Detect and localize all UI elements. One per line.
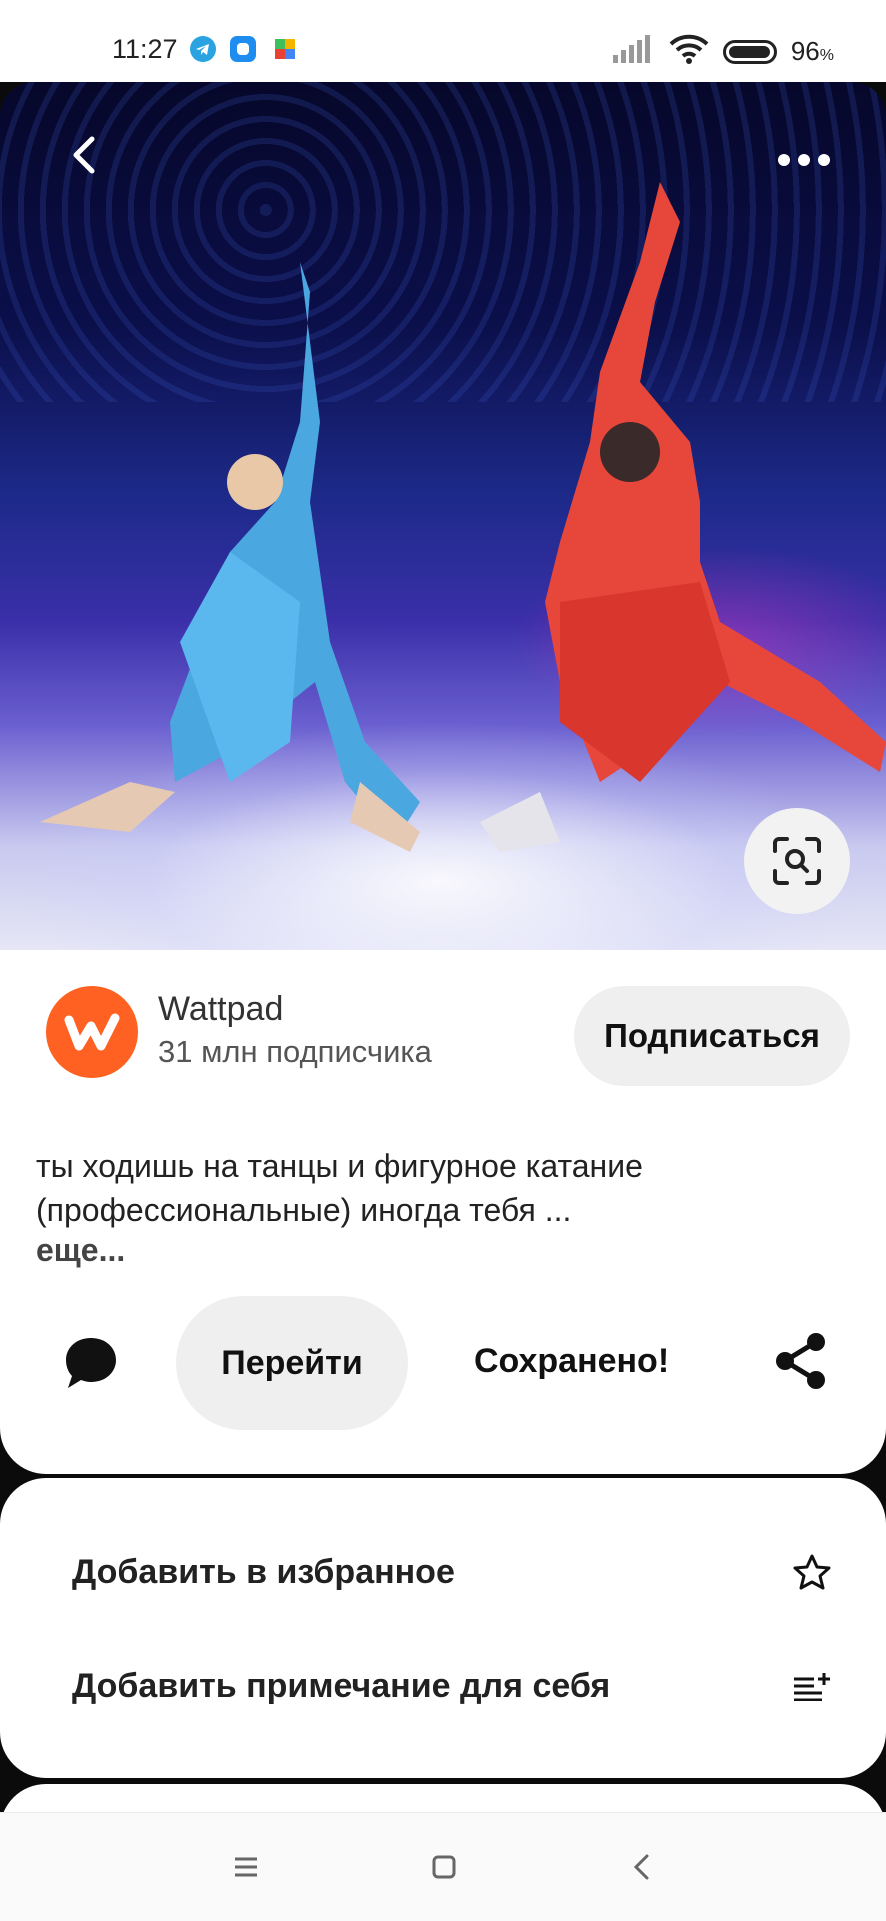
menu-item-add-note[interactable]: Добавить примечание для себя [72, 1656, 832, 1716]
menu-item-add-favorite[interactable]: Добавить в избранное [72, 1542, 832, 1602]
pin-image[interactable] [0, 82, 886, 950]
more-link[interactable]: еще... [36, 1232, 125, 1269]
status-time: 11:27 [112, 34, 178, 64]
visit-button[interactable]: Перейти [176, 1296, 408, 1430]
lens-search-icon [773, 837, 821, 885]
options-sheet: Добавить в избранное Добавить примечание… [0, 1478, 886, 1778]
author-name[interactable]: Wattpad [158, 990, 283, 1029]
messenger-icon [230, 36, 256, 62]
author-subscribers: 31 млн подписчика [158, 1034, 432, 1069]
home-button[interactable] [426, 1849, 462, 1885]
dot-icon [778, 154, 790, 166]
chevron-left-icon [633, 1854, 649, 1880]
comment-button[interactable] [62, 1334, 120, 1392]
visual-search-button[interactable] [744, 808, 850, 914]
share-icon [776, 1333, 825, 1389]
menu-item-label: Добавить примечание для себя [72, 1666, 611, 1705]
telegram-icon [190, 36, 216, 62]
pin-description: ты ходишь на танцы и фигурное катание (п… [36, 1148, 643, 1228]
menu-item-label: Добавить в избранное [72, 1552, 455, 1591]
recents-button[interactable] [228, 1849, 264, 1885]
add-note-icon [794, 1673, 830, 1701]
wattpad-logo[interactable] [46, 986, 138, 1078]
system-back-button[interactable] [624, 1849, 660, 1885]
share-button[interactable] [774, 1332, 828, 1390]
skater-blue-figure [40, 182, 886, 852]
chevron-left-icon [73, 136, 95, 174]
follow-button[interactable]: Подписаться [574, 986, 850, 1086]
signal-icon [612, 35, 655, 68]
more-options-button[interactable] [778, 154, 830, 166]
dot-icon [798, 154, 810, 166]
comment-bubble-icon [66, 1338, 116, 1388]
menu-lines-icon [235, 1857, 257, 1877]
battery-icon [722, 39, 777, 64]
pin-details-card: Wattpad 31 млн подписчика Подписаться ты… [0, 950, 886, 1474]
status-bar: 11:27 96% [0, 0, 886, 82]
back-button[interactable] [60, 130, 110, 180]
battery-level: 96% [790, 36, 834, 66]
dot-icon [818, 154, 830, 166]
wifi-icon [669, 34, 709, 69]
saved-button[interactable]: Сохранено! [474, 1342, 669, 1381]
system-navigation-bar [0, 1812, 886, 1921]
status-indicators: 96% [612, 34, 834, 69]
w-logo-icon [64, 1013, 120, 1051]
puzzle-app-icon [272, 36, 298, 62]
square-icon [432, 1855, 456, 1879]
star-icon [793, 1554, 831, 1590]
